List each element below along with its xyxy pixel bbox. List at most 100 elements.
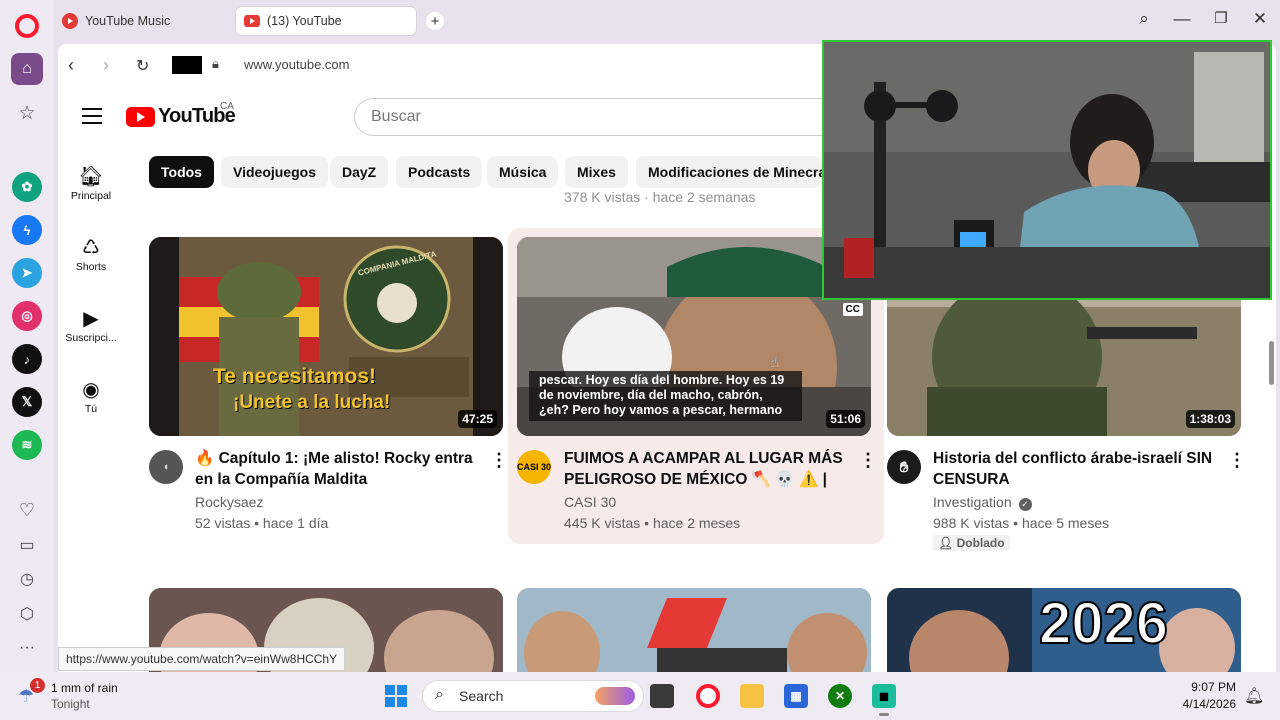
taskbar-search-box[interactable]: ⌕ Search — [422, 680, 644, 712]
home-icon[interactable]: ⌂ — [11, 53, 43, 85]
back-icon[interactable]: ‹ — [68, 55, 74, 76]
thumbnail-art — [517, 588, 871, 672]
nav-principal[interactable]: 🏠︎ Principal — [58, 164, 124, 202]
search-input[interactable]: Buscar — [354, 98, 834, 136]
messenger-icon[interactable]: ϟ — [12, 215, 42, 245]
task-view-icon[interactable] — [650, 684, 674, 708]
notification-bell-icon[interactable]: 🔔︎ — [1244, 686, 1264, 706]
maximize-icon[interactable]: ❐ — [1209, 9, 1233, 27]
clock-date: 4/14/2026 — [1182, 697, 1236, 711]
lock-icon[interactable]: 🔒︎ — [212, 56, 219, 72]
tab-youtube-music[interactable]: YouTube Music — [54, 7, 232, 35]
menu-hamburger-icon[interactable] — [82, 108, 102, 129]
verified-check-icon: ✓ — [1018, 498, 1032, 511]
video-thumbnail[interactable] — [517, 588, 871, 672]
forward-icon[interactable]: › — [103, 55, 109, 76]
weather-line1: 1 mm of rain — [51, 681, 118, 695]
tiktok-icon[interactable]: ♪ — [12, 344, 42, 374]
x-twitter-icon[interactable]: 𝕏 — [12, 387, 42, 417]
chip-videojuegos[interactable]: Videojuegos — [221, 156, 328, 188]
taskbar: ☂ 1 1 mm of rain Tonight ⌕ Search ▦ ✕ ◼ … — [0, 672, 1280, 720]
video-title[interactable]: 🔥 Capítulo 1: ¡Me alisto! Rocky entra en… — [195, 448, 480, 490]
youtube-favicon-icon — [244, 15, 260, 27]
video-thumbnail[interactable]: 2026 — [887, 588, 1241, 672]
subscriptions-icon: ▶︎ — [83, 308, 99, 330]
new-tab-button[interactable]: + — [426, 12, 444, 30]
windows-start-icon[interactable] — [384, 684, 408, 708]
video-duration: 51:06 — [826, 410, 865, 428]
file-explorer-icon[interactable] — [740, 684, 764, 708]
you-icon: ◉ — [82, 379, 100, 401]
channel-avatar[interactable]: ✋︎ — [887, 450, 921, 484]
previous-row-meta: 378 K vistas · hace 2 semanas — [564, 189, 756, 205]
instagram-icon[interactable]: ◎ — [12, 301, 42, 331]
channel-name[interactable]: Rockysaez — [195, 494, 263, 510]
chip-minecraft-mods[interactable]: Modificaciones de Minecraft — [636, 156, 822, 188]
opera-sidebar: ⌂ ☆ ✿ ϟ ➤ ◎ ♪ 𝕏 ≋ ♡ ▭ ◷ ⬡ ··· — [0, 0, 54, 672]
chip-mixes[interactable]: Mixes — [565, 156, 628, 188]
youtube-music-favicon-icon — [62, 13, 78, 29]
more-options-icon[interactable]: ⋮ — [1228, 450, 1246, 471]
history-clock-icon[interactable]: ◷ — [11, 563, 43, 595]
caption-overlay: pescar. Hoy es día del hombre. Hoy es 19… — [529, 371, 802, 421]
page-scrollbar[interactable] — [1269, 341, 1274, 385]
nav-shorts[interactable]: ♺ Shorts — [58, 235, 124, 273]
youtube-logo[interactable]: YouTube — [126, 105, 236, 128]
video-thumbnail[interactable]: CC pescar. Hoy es día del hombre. Hoy es… — [517, 237, 871, 436]
tabs-icon[interactable]: ▭ — [11, 529, 43, 561]
weather-widget[interactable]: ☂ 1 1 mm of rain Tonight — [18, 678, 148, 714]
search-tabs-icon[interactable]: ⌕ — [1132, 9, 1156, 29]
nav-label: Tú — [84, 403, 98, 415]
nav-label: Shorts — [75, 261, 107, 273]
favorites-star-icon[interactable]: ☆ — [11, 97, 43, 129]
heart-icon[interactable]: ♡ — [11, 494, 43, 526]
weather-alert-badge: 1 — [30, 678, 45, 693]
nav-subscriptions[interactable]: ▶︎ Suscripci... — [58, 306, 124, 344]
tab-bar: YouTube Music (13) YouTube + ⌕ — ❐ ✕ — [54, 0, 1280, 42]
chip-musica[interactable]: Música — [487, 156, 559, 188]
thumbnail-subline: ¡Unete a la lucha! — [233, 392, 391, 413]
channel-avatar[interactable]: CASI 30 — [517, 450, 551, 484]
video-thumbnail[interactable]: Te necesitamos! ¡Unete a la lucha! COMPA… — [149, 237, 503, 436]
thumbnail-year: 2026 — [1038, 590, 1169, 657]
chip-podcasts[interactable]: Podcasts — [396, 156, 483, 188]
search-icon: ⌕ — [435, 686, 444, 703]
channel-name[interactable]: Investigation ✓ — [933, 494, 1032, 511]
more-options-icon[interactable]: ⋮ — [859, 450, 877, 471]
nav-label: Principal — [70, 190, 112, 202]
minimize-icon[interactable]: — — [1170, 9, 1194, 29]
close-icon[interactable]: ✕ — [1248, 9, 1272, 29]
nav-you[interactable]: ◉ Tú — [58, 377, 124, 415]
chatgpt-icon[interactable]: ✿ — [12, 172, 42, 202]
video-title[interactable]: FUIMOS A ACAMPAR AL LUGAR MÁS PELIGROSO … — [564, 448, 849, 490]
telegram-icon[interactable]: ➤ — [12, 258, 42, 288]
chip-dayz[interactable]: DayZ — [330, 156, 389, 188]
nav-label: Suscripci... — [65, 332, 117, 344]
url-field[interactable]: www.youtube.com — [244, 57, 350, 72]
reload-icon[interactable]: ↻ — [136, 56, 149, 76]
spotify-icon[interactable]: ≋ — [12, 430, 42, 460]
redacted-box — [172, 56, 202, 74]
app-green-icon[interactable]: ◼ — [872, 684, 896, 708]
more-dots-icon[interactable]: ··· — [11, 632, 43, 664]
channel-name[interactable]: CASI 30 — [564, 494, 616, 510]
extensions-cube-icon[interactable]: ⬡ — [11, 598, 43, 630]
video-title[interactable]: Historia del conflicto árabe-israelí SIN… — [933, 448, 1218, 490]
microsoft-store-icon[interactable]: ▦ — [784, 684, 808, 708]
weather-line2: Tonight — [51, 697, 90, 711]
xbox-icon[interactable]: ✕ — [828, 684, 852, 708]
opera-logo-icon[interactable] — [15, 14, 39, 38]
channel-avatar[interactable]: ◖ — [149, 450, 183, 484]
opera-taskbar-icon[interactable] — [696, 684, 720, 708]
webcam-feed — [824, 42, 1270, 298]
search-placeholder: Buscar — [371, 108, 421, 125]
taskbar-search-label: Search — [459, 688, 504, 704]
tab-label: YouTube Music — [85, 14, 171, 28]
webcam-overlay — [822, 40, 1272, 300]
video-meta: 445 K vistas • hace 2 meses — [564, 515, 741, 531]
dubbed-person-icon: 👤︎ — [938, 536, 954, 550]
more-options-icon[interactable]: ⋮ — [490, 450, 508, 471]
chip-todos[interactable]: Todos — [149, 156, 214, 188]
clock[interactable]: 9:07 PM 4/14/2026 — [1170, 680, 1236, 711]
tab-youtube[interactable]: (13) YouTube — [236, 7, 416, 35]
